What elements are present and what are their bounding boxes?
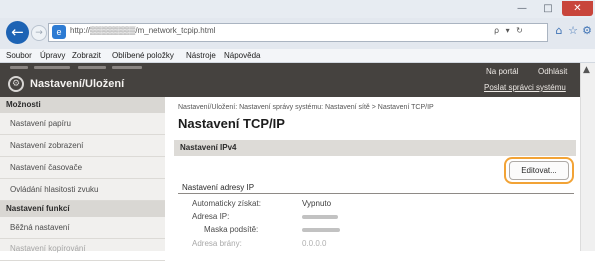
menu-item-edit[interactable]: Úpravy (40, 50, 65, 62)
field-value-ip-redacted (302, 215, 338, 219)
home-icon[interactable]: ⌂ (552, 24, 566, 38)
back-button[interactable]: ← (6, 21, 29, 44)
settings-gear-icon[interactable]: ⚙ (580, 24, 594, 38)
sidebar-heading-label: Možnosti (6, 100, 41, 109)
close-button[interactable]: ✕ (562, 1, 593, 16)
settings-icon: ⚙ (8, 76, 24, 92)
field-value-gateway: 0.0.0.0 (302, 239, 327, 248)
portal-link[interactable]: Na portál (486, 67, 518, 76)
sidebar-item-label[interactable]: Běžná nastavení (10, 217, 70, 239)
forward-button[interactable]: → (31, 25, 47, 41)
page-title: Nastavení TCP/IP (178, 116, 285, 131)
sidebar-item-label[interactable]: Nastavení kopírování (10, 238, 86, 260)
address-url[interactable]: http://▒▒▒▒▒▒▒▒/m_network_tcpip.html (70, 26, 215, 35)
header-blurred-text (112, 66, 142, 69)
header-blurred-text (34, 66, 70, 69)
logout-link[interactable]: Odhlásit (538, 67, 567, 76)
sidebar-item-label[interactable]: Ovládání hlasitosti zvuku (10, 179, 99, 201)
field-label-subnet: Maska podsítě: (204, 225, 259, 234)
sidebar-item-label[interactable]: Nastavení papíru (10, 113, 71, 135)
header-title: Nastavení/Uložení (30, 78, 125, 90)
admin-mail-link[interactable]: Poslat správci systému (484, 83, 566, 92)
subsection-divider (178, 193, 574, 194)
section-title: Nastavení IPv4 (180, 143, 237, 152)
minimize-button[interactable]: — (510, 1, 534, 16)
menu-item-favorites[interactable]: Oblíbené položky (112, 50, 174, 62)
subsection-title: Nastavení adresy IP (182, 183, 255, 192)
header-blurred-text (78, 66, 106, 69)
field-label-ip: Adresa IP: (192, 212, 230, 221)
menu-item-file[interactable]: Soubor (6, 50, 32, 62)
sidebar-item-label[interactable]: Nastavení zobrazení (10, 135, 83, 157)
sidebar-item-label[interactable]: Nastavení časovače (10, 157, 82, 179)
menu-item-help[interactable]: Nápověda (224, 50, 260, 62)
scroll-up-icon[interactable]: ▲ (583, 65, 590, 75)
menu-item-tools[interactable]: Nástroje (186, 50, 216, 62)
field-label-auto: Automaticky získat: (192, 199, 261, 208)
address-search-refresh-icon[interactable]: ρ ▾ ↻ (494, 26, 525, 35)
breadcrumb: Nastavení/Uložení: Nastavení správy syst… (178, 104, 434, 111)
page-scrollbar[interactable] (580, 63, 595, 251)
header-blurred-text (10, 66, 28, 69)
page-icon: e (52, 25, 66, 39)
maximize-button[interactable]: □ (536, 1, 560, 16)
menu-item-view[interactable]: Zobrazit (72, 50, 101, 62)
field-label-gateway: Adresa brány: (192, 239, 242, 248)
edit-button[interactable]: Editovat... (509, 161, 569, 180)
field-value-auto: Vypnuto (302, 199, 332, 208)
field-value-subnet-redacted (302, 228, 340, 232)
window-title-bar (0, 0, 595, 18)
favorites-icon[interactable]: ☆ (566, 24, 580, 38)
sidebar-heading-label: Nastavení funkcí (6, 204, 70, 213)
